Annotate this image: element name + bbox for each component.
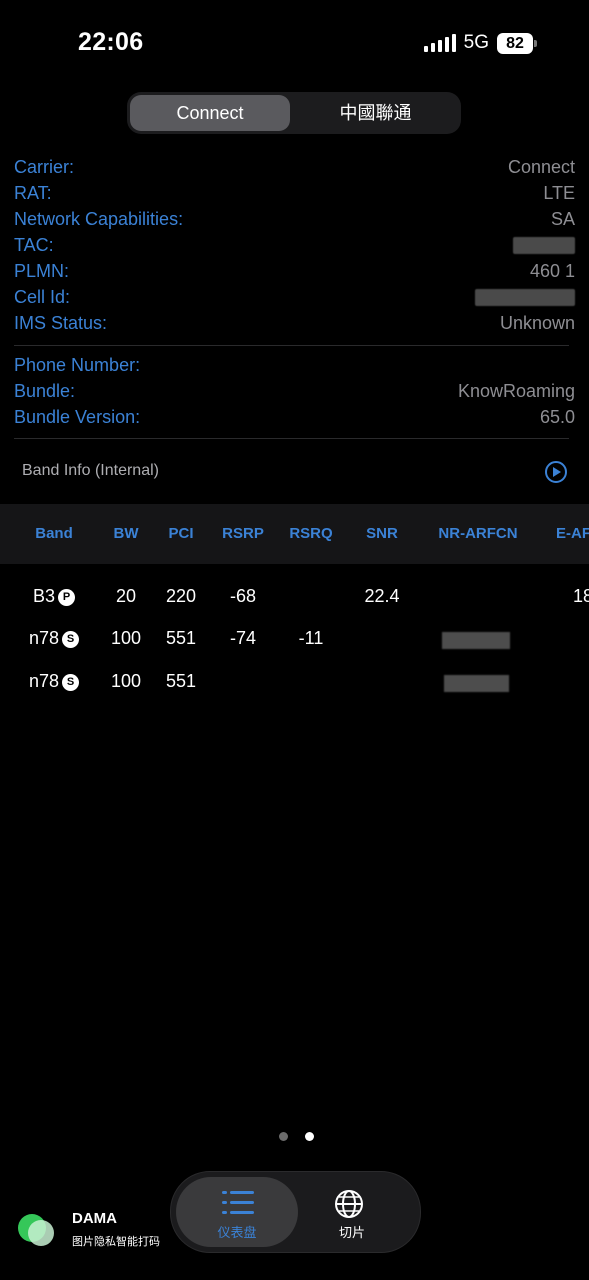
band-cell: n78 S (10, 671, 98, 692)
redacted-nr-arfcn (442, 632, 510, 649)
tab-bar: 仪表盘 切片 (170, 1171, 421, 1253)
info-value: 65.0 (539, 407, 575, 427)
battery-icon: 82 (497, 32, 537, 54)
rsrp-cell: -68 (229, 586, 256, 606)
info-label: TAC: (14, 235, 54, 255)
status-indicators: 5G 82 (423, 32, 537, 54)
snr-cell: 22.4 (364, 586, 400, 606)
info-label: PLMN: (14, 261, 70, 281)
info-value: Unknown (499, 313, 575, 333)
globe-icon (335, 1190, 363, 1218)
info-row-tac: TAC: (14, 232, 575, 258)
tab-label: 仪表盘 (217, 1225, 257, 1240)
battery-level: 82 (497, 32, 533, 54)
column-header-nr-arfcn: NR-ARFCN (438, 525, 518, 542)
tab-label: 切片 (338, 1225, 365, 1240)
redacted-value (513, 237, 575, 254)
info-row-cell-id: Cell Id: (14, 284, 575, 310)
table-row[interactable]: n78 S 100 551 -74 -11 (0, 624, 589, 654)
info-label: Cell Id: (14, 287, 71, 307)
info-label: RAT: (14, 183, 52, 203)
secondary-badge: S (62, 674, 80, 691)
info-row-bundle: Bundle: KnowRoaming (14, 378, 575, 404)
column-header-snr: SNR (366, 525, 398, 542)
band-name: n78 (28, 628, 60, 648)
watermark-subtitle: 图片隐私智能打码 (72, 1236, 160, 1248)
info-label: Phone Number: (14, 355, 141, 375)
list-icon (222, 1191, 254, 1215)
segment-option-connect[interactable]: Connect (130, 95, 290, 131)
info-row-phone-number: Phone Number: (14, 352, 575, 378)
e-af-cell: 18 (573, 586, 589, 606)
info-value: 460 1 (529, 261, 575, 281)
page-indicator[interactable] (279, 1132, 314, 1141)
network-type: 5G (463, 32, 489, 53)
tab-dashboard[interactable]: 仪表盘 (176, 1177, 298, 1247)
info-row-carrier: Carrier: Connect (14, 154, 575, 180)
redacted-nr-arfcn (444, 675, 509, 692)
segment-option-china-unicom[interactable]: 中國聯通 (293, 95, 458, 131)
table-row[interactable]: n78 S 100 551 (0, 667, 589, 697)
pci-cell: 551 (165, 628, 197, 648)
redacted-value (475, 289, 575, 306)
watermark-title: DAMA (72, 1210, 117, 1227)
column-header-rsrp: RSRP (222, 525, 264, 542)
bw-cell: 20 (115, 586, 137, 606)
band-name: n78 (28, 671, 60, 691)
screen: 22:06 5G 82 Connect 中國聯通 Carrier: Connec… (0, 0, 589, 1280)
bw-cell: 100 (110, 671, 142, 691)
band-info-title: Band Info (Internal) (22, 462, 159, 479)
info-value: KnowRoaming (457, 381, 575, 401)
divider (14, 345, 569, 346)
carrier-segmented-control: Connect 中國聯通 (127, 92, 461, 134)
play-icon[interactable] (545, 461, 567, 483)
column-header-band: Band (35, 525, 73, 542)
info-value: LTE (543, 183, 575, 203)
info-row-plmn: PLMN: 460 1 (14, 258, 575, 284)
bw-cell: 100 (110, 628, 142, 648)
signal-icon (423, 34, 456, 52)
info-row-network-capabilities: Network Capabilities: SA (14, 206, 575, 232)
band-table-header[interactable]: Band BW PCI RSRP RSRQ SNR NR-ARFCN E-AF (0, 504, 589, 564)
carrier-info-list: Carrier: Connect RAT: LTE Network Capabi… (14, 154, 575, 336)
band-cell: n78 S (10, 628, 98, 649)
info-row-bundle-version: Bundle Version: 65.0 (14, 404, 575, 430)
info-label: IMS Status: (14, 313, 108, 333)
rsrp-cell: -74 (229, 628, 256, 648)
secondary-badge: S (62, 631, 80, 648)
status-time: 22:06 (78, 28, 144, 56)
info-label: Bundle Version: (14, 407, 141, 427)
column-header-pci: PCI (168, 525, 194, 542)
page-dot-active[interactable] (305, 1132, 314, 1141)
info-row-ims-status: IMS Status: Unknown (14, 310, 575, 336)
column-header-bw: BW (113, 525, 139, 542)
band-name: B3 (32, 586, 56, 606)
info-label: Carrier: (14, 157, 75, 177)
page-dot[interactable] (279, 1132, 288, 1141)
info-value: SA (550, 209, 575, 229)
primary-badge: P (58, 589, 76, 606)
pci-cell: 220 (165, 586, 197, 606)
info-value: Connect (507, 157, 575, 177)
info-label: Bundle: (14, 381, 76, 401)
divider (14, 438, 569, 439)
column-header-rsrq: RSRQ (289, 525, 333, 542)
info-row-rat: RAT: LTE (14, 180, 575, 206)
info-label: Network Capabilities: (14, 209, 184, 229)
tab-slicing[interactable]: 切片 (291, 1177, 413, 1247)
table-row[interactable]: B3 P 20 220 -68 22.4 18 (0, 582, 589, 612)
column-header-e-af: E-AF (556, 525, 589, 542)
bundle-info-list: Phone Number: Bundle: KnowRoaming Bundle… (14, 352, 575, 430)
pci-cell: 551 (165, 671, 197, 691)
watermark-logo (18, 1214, 54, 1246)
band-cell: B3 P (10, 586, 98, 607)
rsrq-cell: -11 (298, 628, 324, 648)
